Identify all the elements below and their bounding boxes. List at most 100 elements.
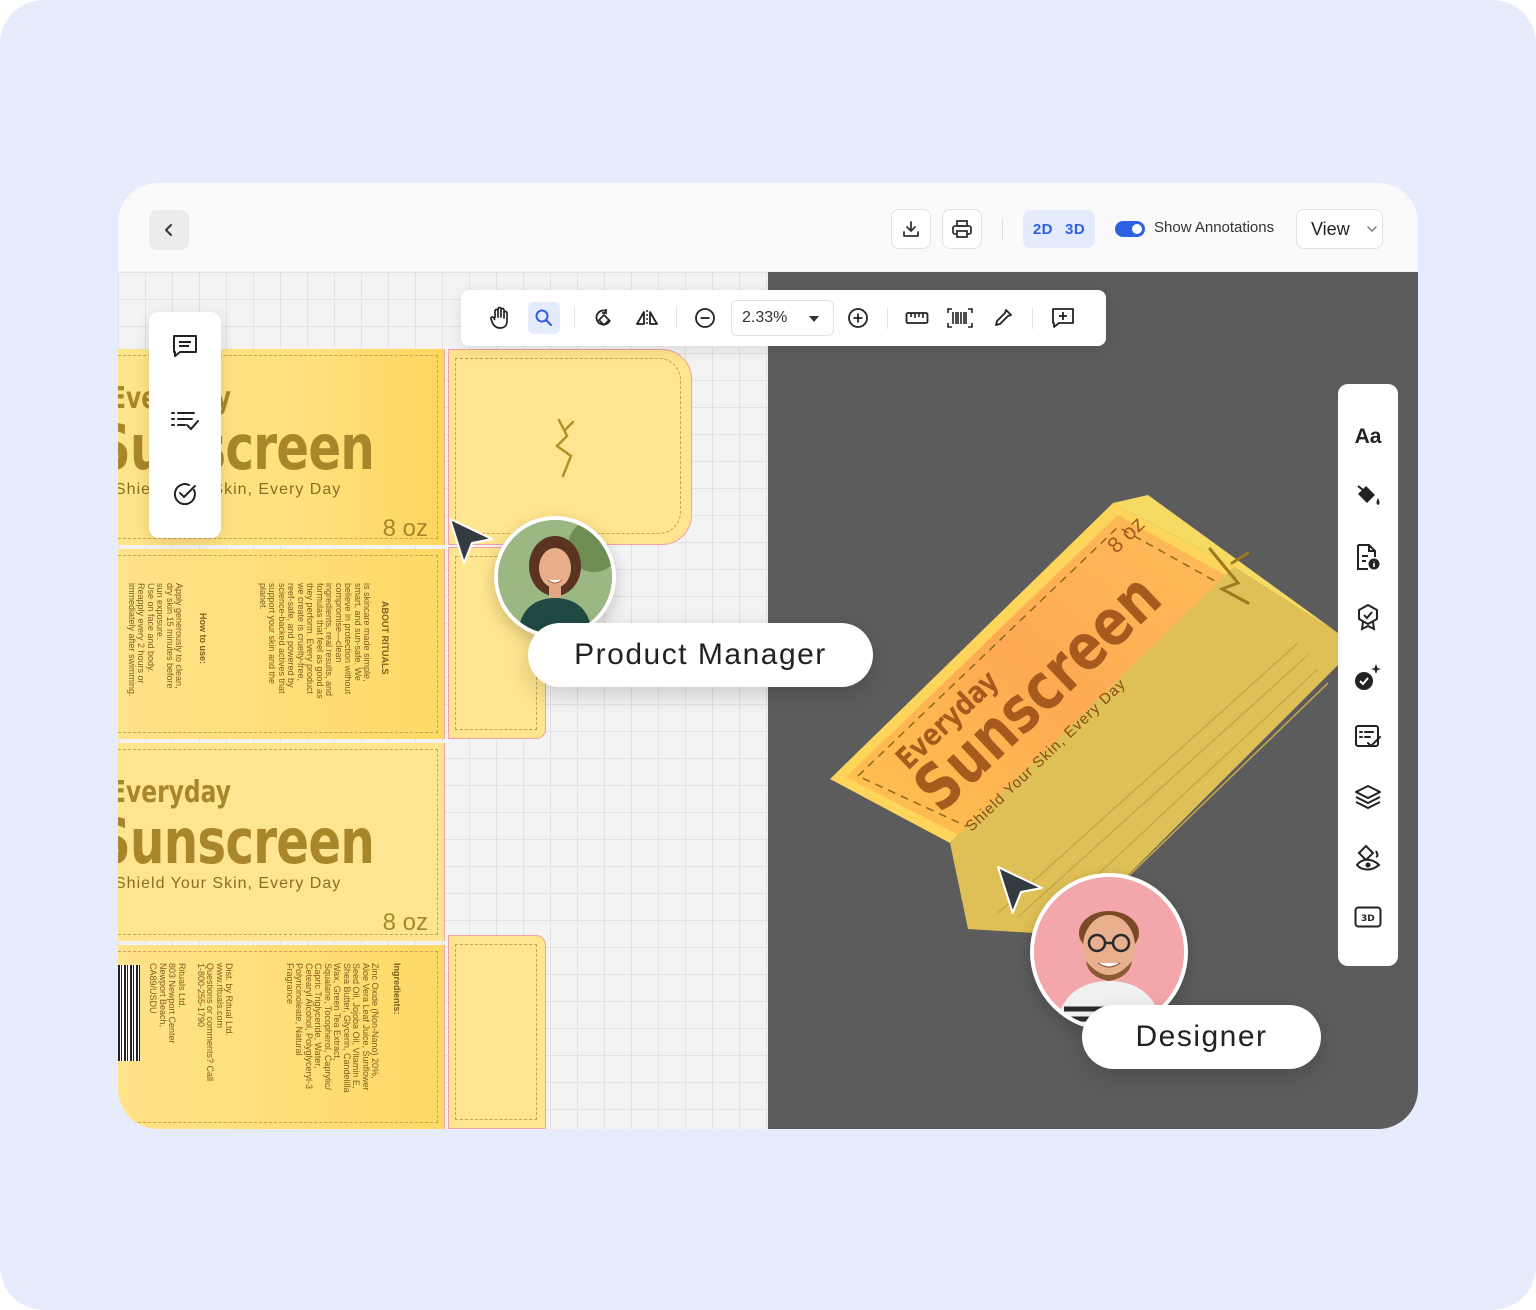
rotate-tool[interactable]: [588, 302, 620, 334]
app-window: 2D 3D Show Annotations View Everyday Sun…: [118, 183, 1418, 1129]
top-flap: [448, 349, 692, 545]
about-heading: ABOUT RITUALS: [380, 601, 390, 675]
designer-label: Designer: [1082, 1005, 1321, 1069]
zoom-value: 2.33%: [742, 309, 788, 326]
zoom-out-icon: [695, 308, 715, 328]
annotations-label: Show Annotations: [1154, 219, 1275, 236]
ingredients-line: Aloe Vera Leaf Juice, Sunflower: [360, 963, 371, 1091]
ingredients-line: Squalane, Tocopherol, Caprylic/: [322, 963, 333, 1090]
check-circle-icon: [173, 483, 196, 506]
about-line: compromise—clean: [333, 583, 344, 663]
mode-2d[interactable]: 2D: [1033, 221, 1053, 238]
eye-paint-icon: [1355, 844, 1381, 871]
top-bar: 2D 3D Show Annotations View: [118, 183, 1418, 272]
text-icon[interactable]: Aa: [1352, 421, 1384, 453]
view-dropdown[interactable]: View: [1296, 209, 1383, 249]
comment-icon: [173, 335, 197, 357]
mode-3d[interactable]: 3D: [1065, 221, 1085, 238]
distributor-line: 1-800-255-1790: [195, 963, 206, 1028]
add-comment-button[interactable]: [1047, 302, 1079, 334]
add-comment-icon: [1052, 308, 1074, 328]
ingredients-panel: Ingredients: Zinc Oxide (Non-Nano) 20%, Al…: [118, 945, 445, 1129]
layers-icon: [1355, 785, 1381, 809]
howto-line: dry skin 15 minutes before: [164, 583, 175, 689]
annotations-toggle[interactable]: [1115, 221, 1145, 237]
about-line: planet.: [257, 583, 268, 611]
barcode-tool[interactable]: [944, 302, 976, 334]
hand-tool[interactable]: [484, 302, 516, 334]
badge-icon: [1358, 604, 1378, 631]
distributor-line: Rituals Ltd.: [176, 963, 187, 1009]
barcode: [118, 965, 140, 1061]
design-tools-rail: Aa 3D: [1338, 384, 1398, 966]
ruler-icon: [905, 312, 929, 324]
chevron-down-icon: [1366, 226, 1377, 233]
pm-avatar: [494, 516, 616, 638]
ingredients-line: Shea Butter, Glycerin, Candelilla: [341, 963, 352, 1093]
package-3d[interactable]: Everyday Sunscreen Shield Your Skin, Eve…: [818, 493, 1348, 943]
pm-cursor-icon: [449, 518, 493, 564]
divider: [1002, 219, 1003, 241]
3d-view-button[interactable]: 3D: [1352, 901, 1384, 933]
zoom-out-button[interactable]: [689, 302, 721, 334]
back-button[interactable]: [149, 210, 189, 250]
about-line: we create is cruelty-free,: [295, 583, 306, 682]
bottom-flap: [448, 935, 546, 1129]
search-icon: [535, 309, 553, 327]
ingredients-line: Cetearyl Alcohol, Polyglyceryl-3: [303, 963, 314, 1090]
download-button[interactable]: [891, 209, 931, 249]
preview-paint-button[interactable]: [1352, 841, 1384, 873]
about-line: formulas that feel as good as: [314, 583, 325, 699]
caret-down-icon: [809, 316, 819, 322]
layers-button[interactable]: [1352, 781, 1384, 813]
about-panel: ABOUT RITUALS is skincare made simple, sma…: [118, 549, 445, 739]
magic-check-icon: [1355, 664, 1381, 690]
mode-switch[interactable]: 2D 3D: [1023, 210, 1095, 248]
size-label: 8 oz: [382, 515, 428, 542]
howto-line: immediately after swimming.: [126, 583, 137, 697]
resolve-button[interactable]: [169, 478, 201, 510]
back-panel: Everyday Sunscreen Shield Your Skin, Eve…: [118, 743, 445, 941]
view-label: View: [1311, 218, 1350, 239]
task-list-button[interactable]: [1352, 721, 1384, 753]
distributor-line: www.rituals.com: [214, 963, 225, 1029]
badge-button[interactable]: [1352, 601, 1384, 633]
search-tool[interactable]: [528, 302, 560, 334]
file-info-icon: [1357, 544, 1380, 570]
about-line: science-backed actives that: [276, 583, 287, 694]
zoom-in-icon: [848, 308, 868, 328]
brand-logo: [555, 418, 575, 478]
checklist-button[interactable]: [169, 404, 201, 436]
comment-button[interactable]: [169, 330, 201, 362]
ruler-tool[interactable]: [901, 302, 933, 334]
zoom-select[interactable]: 2.33%: [731, 300, 834, 336]
download-icon: [903, 221, 919, 237]
magic-check-button[interactable]: [1352, 661, 1384, 693]
print-button[interactable]: [942, 209, 982, 249]
ingredients-line: Fragrance: [284, 963, 295, 1005]
3d-icon: 3D: [1354, 906, 1382, 928]
file-info-button[interactable]: [1352, 541, 1384, 573]
paint-bucket-icon: [1357, 485, 1380, 505]
zoom-in-button[interactable]: [842, 302, 874, 334]
howto-heading: How to use:: [198, 613, 208, 664]
howto-line: Use on face and body.: [145, 583, 156, 673]
hand-icon: [490, 306, 508, 329]
eyedropper-tool[interactable]: [987, 302, 1019, 334]
size-label-2: 8 oz: [382, 909, 428, 936]
ingredients-heading: Ingredients:: [392, 963, 402, 1015]
flip-tool[interactable]: [631, 302, 663, 334]
chevron-left-icon: [165, 224, 172, 236]
checklist-icon: [171, 412, 199, 431]
tagline-2: Shield Your Skin, Every Day: [118, 875, 342, 892]
annotation-rail: [149, 312, 221, 538]
svg-text:3D: 3D: [1361, 914, 1375, 924]
barcode-icon: [947, 308, 973, 328]
distributor-line: Newport Beach,: [157, 963, 168, 1028]
pm-label: Product Manager: [528, 623, 873, 687]
print-icon: [952, 220, 972, 238]
designer-cursor-icon: [997, 866, 1043, 914]
fill-button[interactable]: [1352, 481, 1384, 513]
task-list-icon: [1355, 725, 1381, 748]
flip-icon: [636, 310, 658, 326]
